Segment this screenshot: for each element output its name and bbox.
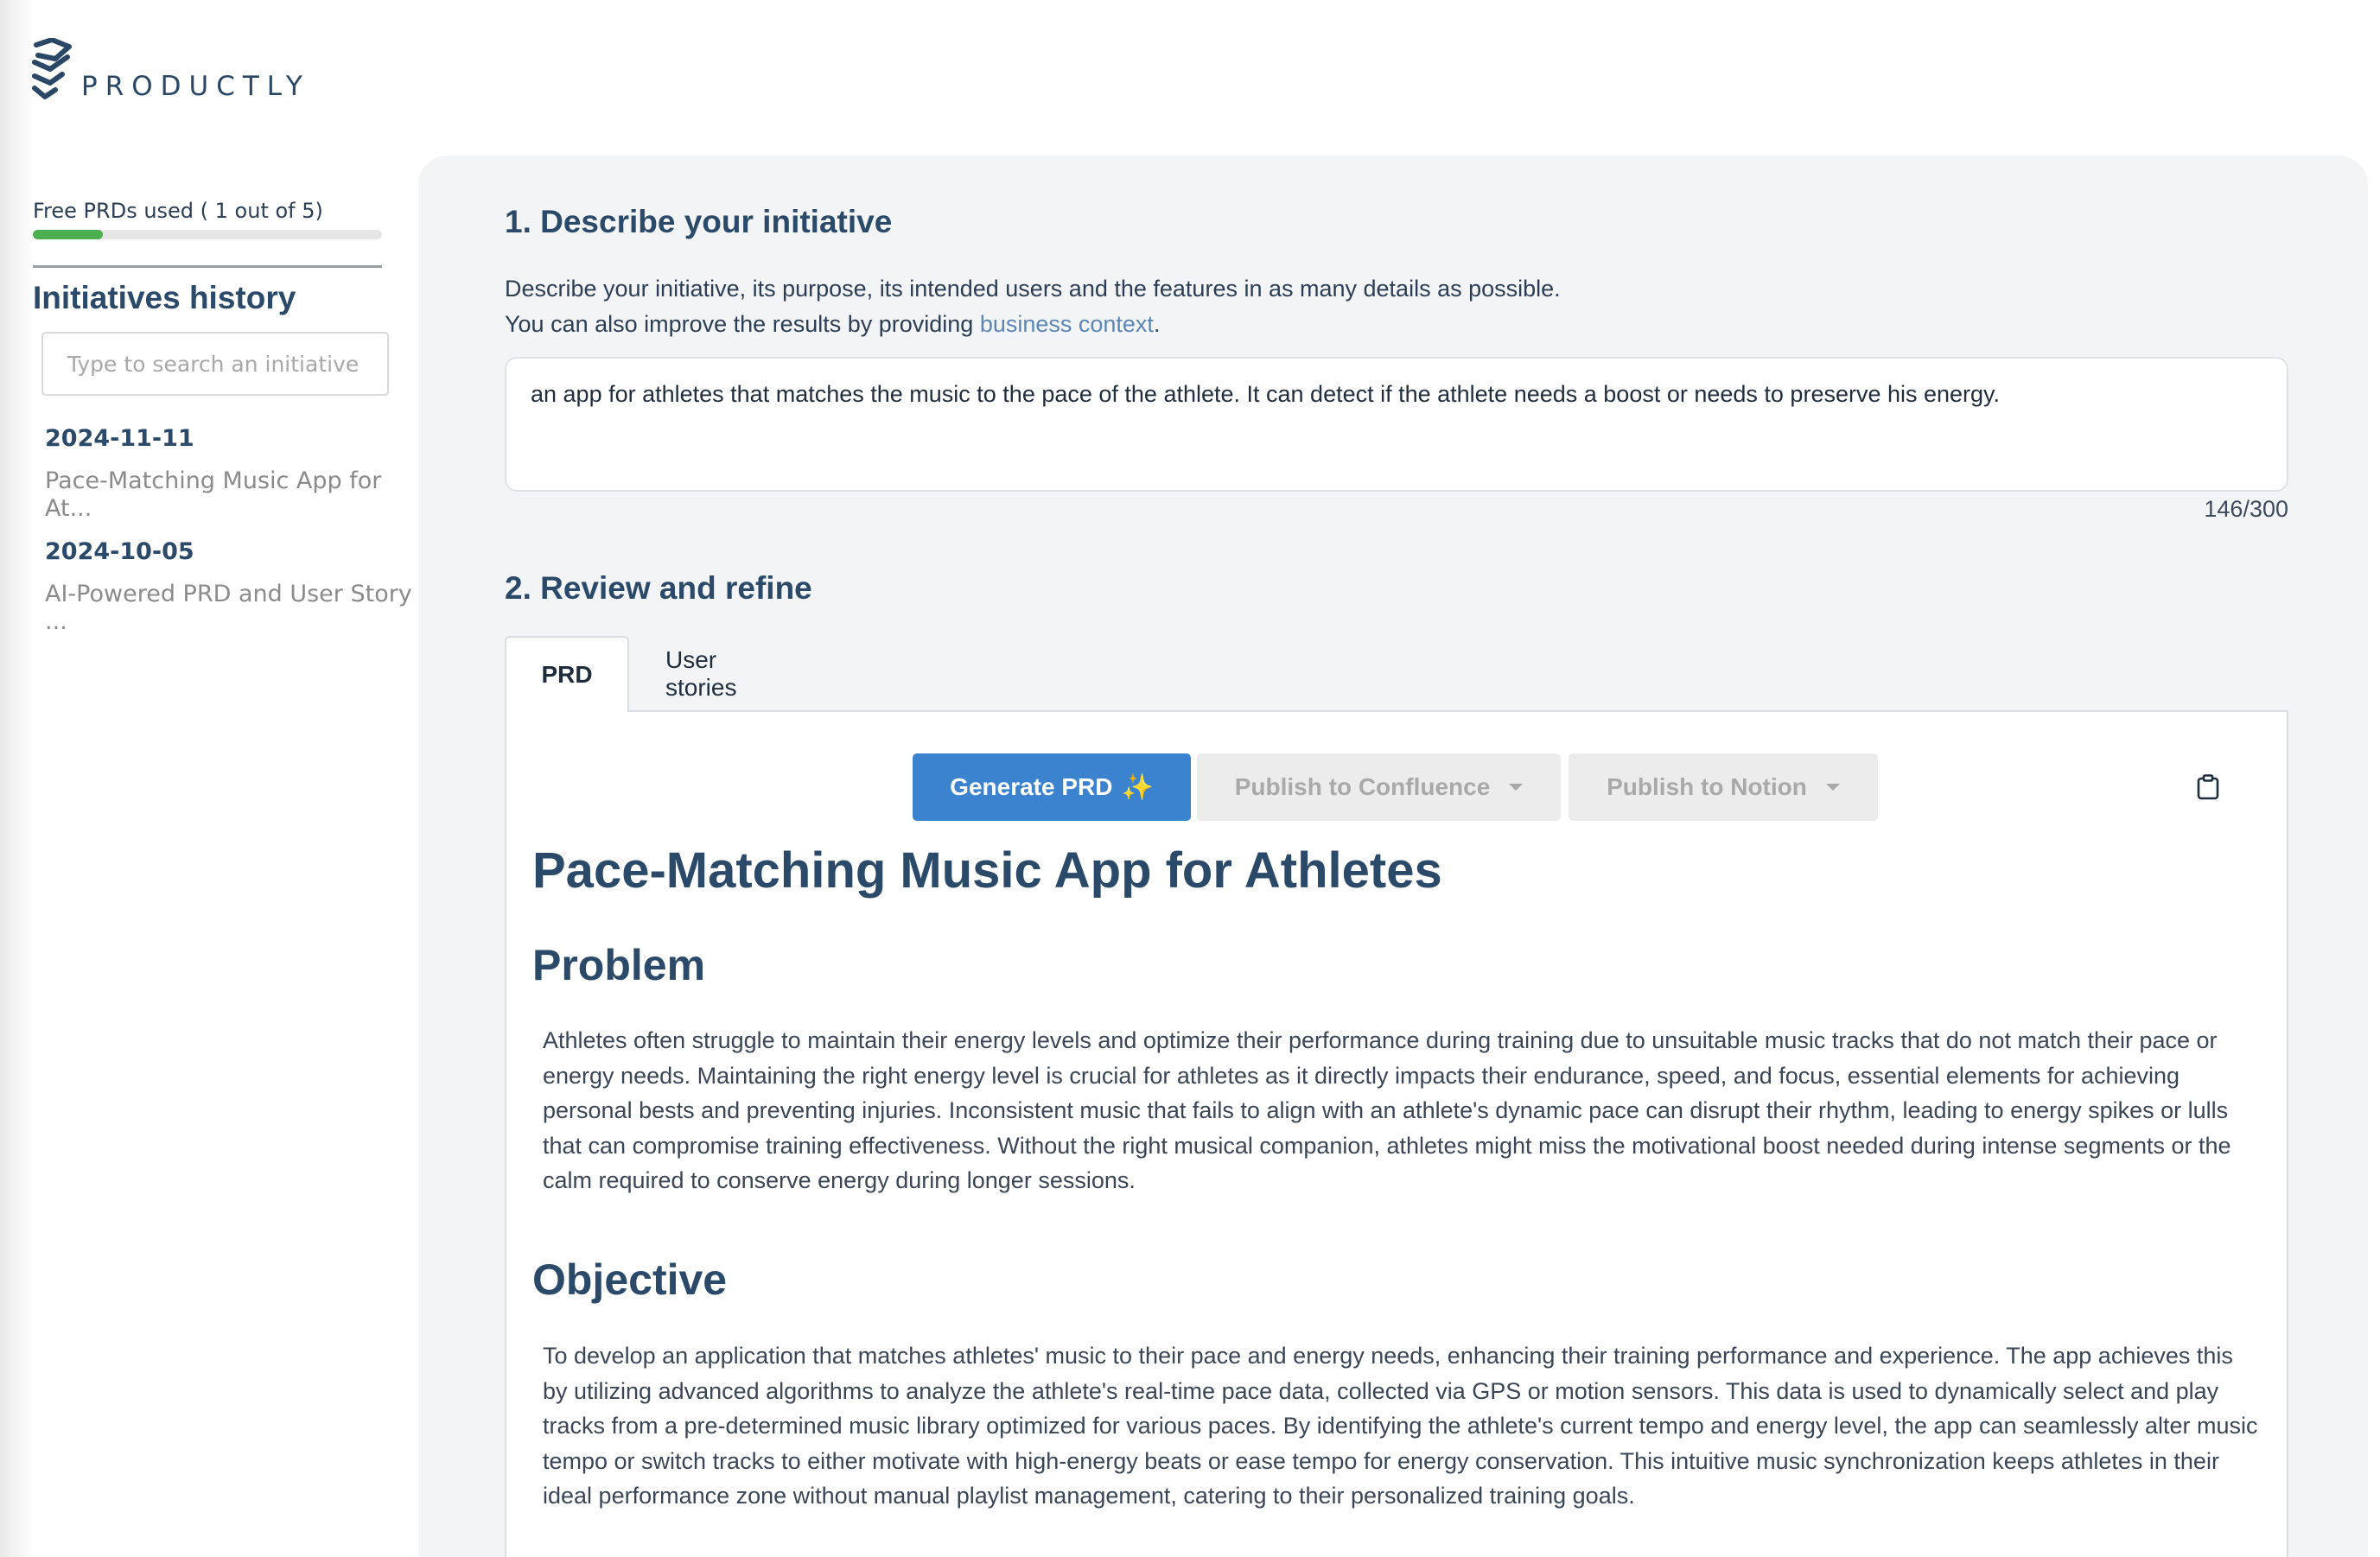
history-date: 2024-11-11 xyxy=(45,425,194,452)
publish-confluence-label: Publish to Confluence xyxy=(1234,773,1491,800)
sidebar: Free PRDs used ( 1 out of 5) Initiatives… xyxy=(33,199,413,636)
history-item[interactable]: AI-Powered PRD and User Story ... xyxy=(45,581,417,636)
publish-notion-button[interactable]: Publish to Notion xyxy=(1569,753,1878,821)
char-counter: 146/300 xyxy=(2204,496,2288,522)
usage-label: Free PRDs used ( 1 out of 5) xyxy=(33,199,323,223)
chevron-down-icon xyxy=(1825,784,1840,791)
usage-progress-bar xyxy=(33,230,382,239)
usage-progress-fill xyxy=(33,230,103,239)
sidebar-divider xyxy=(33,265,382,268)
tab-prd[interactable]: PRD xyxy=(505,636,629,712)
prd-content-card: Generate PRD ✨ Publish to Confluence Pub… xyxy=(505,710,2288,1557)
initiative-textarea[interactable]: an app for athletes that matches the mus… xyxy=(505,357,2288,492)
document-title: Pace-Matching Music App for Athletes xyxy=(532,842,1442,899)
step1-desc-line1: Describe your initiative, its purpose, i… xyxy=(505,276,1561,302)
chevron-down-icon xyxy=(1509,784,1524,791)
history-date: 2024-10-05 xyxy=(45,538,194,565)
section-body: To develop an application that matches a… xyxy=(543,1343,2258,1509)
left-edge-shadow xyxy=(0,0,35,1557)
app-page: PRODUCTLY Free PRDs used ( 1 out of 5) I… xyxy=(0,0,2380,1557)
step1-description: Describe your initiative, its purpose, i… xyxy=(505,271,1561,342)
business-context-link[interactable]: business context xyxy=(980,311,1154,337)
brand-logo[interactable]: PRODUCTLY xyxy=(29,38,310,104)
publish-confluence-button[interactable]: Publish to Confluence xyxy=(1197,753,1561,821)
generate-prd-button[interactable]: Generate PRD ✨ xyxy=(913,753,1191,821)
section-heading: Problem xyxy=(532,941,706,989)
step1-desc-suffix: . xyxy=(1153,311,1161,337)
step1-desc-line2: You can also improve the results by prov… xyxy=(505,307,1561,342)
main-panel: 1. Describe your initiative Describe you… xyxy=(418,156,2368,1557)
section-heading: Objective xyxy=(532,1255,728,1304)
history-title: Initiatives history xyxy=(33,280,296,315)
search-initiative-input[interactable] xyxy=(41,332,389,396)
brand-name: PRODUCTLY xyxy=(81,71,310,102)
history-item[interactable]: Pace-Matching Music App for At... xyxy=(45,467,417,523)
sparkles-icon: ✨ xyxy=(1121,772,1154,802)
productly-logo-icon xyxy=(32,38,72,99)
publish-notion-label: Publish to Notion xyxy=(1607,773,1807,800)
section-body: Athletes often struggle to maintain thei… xyxy=(543,1027,2231,1193)
step1-desc-prefix: You can also improve the results by prov… xyxy=(505,311,980,337)
step1-title: 1. Describe your initiative xyxy=(505,204,893,239)
generate-prd-label: Generate PRD xyxy=(950,773,1113,800)
clipboard-icon[interactable] xyxy=(2197,774,2219,800)
tab-user-stories[interactable]: User stories xyxy=(665,636,736,712)
step2-title: 2. Review and refine xyxy=(505,570,812,606)
